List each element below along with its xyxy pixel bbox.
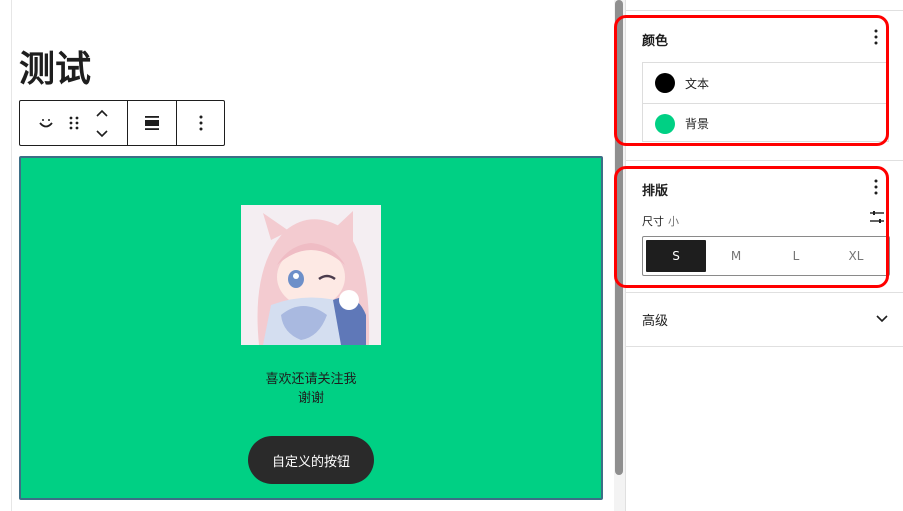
custom-size-settings-icon[interactable] [869, 209, 885, 225]
align-icon[interactable] [138, 109, 166, 137]
text-color-swatch [655, 73, 675, 93]
canvas-edge [11, 0, 12, 511]
block-toolbar [19, 100, 225, 146]
size-option-l[interactable]: L [766, 240, 826, 272]
color-item-label: 背景 [685, 117, 710, 131]
color-panel-more-icon[interactable] [869, 27, 883, 47]
typography-panel-title[interactable]: 排版 [642, 180, 668, 199]
font-size-picker: S M L XL [642, 236, 890, 276]
move-up-icon[interactable] [95, 103, 109, 122]
panel-separator [626, 292, 903, 293]
more-options-icon[interactable] [187, 109, 215, 137]
avatar-image[interactable] [241, 205, 381, 345]
custom-button[interactable]: 自定义的按钮 [248, 436, 374, 484]
panel-separator [626, 10, 903, 11]
toolbar-group-align [128, 101, 177, 145]
color-item-background[interactable]: 背景 [643, 103, 888, 143]
panel-separator [626, 346, 903, 347]
size-option-m[interactable]: M [706, 240, 766, 272]
advanced-panel-title: 高级 [642, 313, 669, 329]
font-size-label-text: 尺寸 [642, 215, 664, 228]
toolbar-group-more [177, 101, 224, 145]
drag-handle-icon[interactable] [60, 109, 88, 137]
scrollbar-thumb[interactable] [615, 0, 623, 475]
toolbar-group-block [20, 101, 128, 145]
move-down-icon[interactable] [95, 124, 109, 143]
color-item-label: 文本 [685, 76, 710, 91]
move-arrows [88, 109, 116, 138]
background-color-swatch [655, 113, 675, 134]
color-panel-title[interactable]: 颜色 [642, 30, 668, 49]
editor-canvas: 测试 喜欢还请关注我 谢谢 自定义的按钮 [0, 0, 614, 511]
canvas-scrollbar[interactable] [614, 0, 625, 511]
group-block[interactable]: 喜欢还请关注我 谢谢 自定义的按钮 [19, 156, 603, 500]
settings-sidebar: 颜色 文本 背景 排版 尺寸小 S M L XL 高级 [614, 0, 903, 511]
page-title[interactable]: 测试 [19, 46, 91, 94]
font-size-value: 小 [668, 215, 679, 228]
size-option-s[interactable]: S [646, 240, 706, 272]
panel-separator [626, 160, 903, 161]
chevron-down-icon [876, 315, 888, 323]
caption-line-1: 喜欢还请关注我 [265, 372, 357, 387]
caption-line-2: 谢谢 [297, 391, 324, 406]
advanced-panel-toggle[interactable]: 高级 [642, 310, 888, 329]
block-type-icon[interactable] [32, 109, 60, 137]
size-option-xl[interactable]: XL [826, 240, 886, 272]
typography-panel-more-icon[interactable] [869, 177, 883, 197]
color-item-text[interactable]: 文本 [643, 63, 888, 103]
font-size-label: 尺寸小 [642, 213, 679, 229]
color-list: 文本 背景 [642, 62, 889, 142]
